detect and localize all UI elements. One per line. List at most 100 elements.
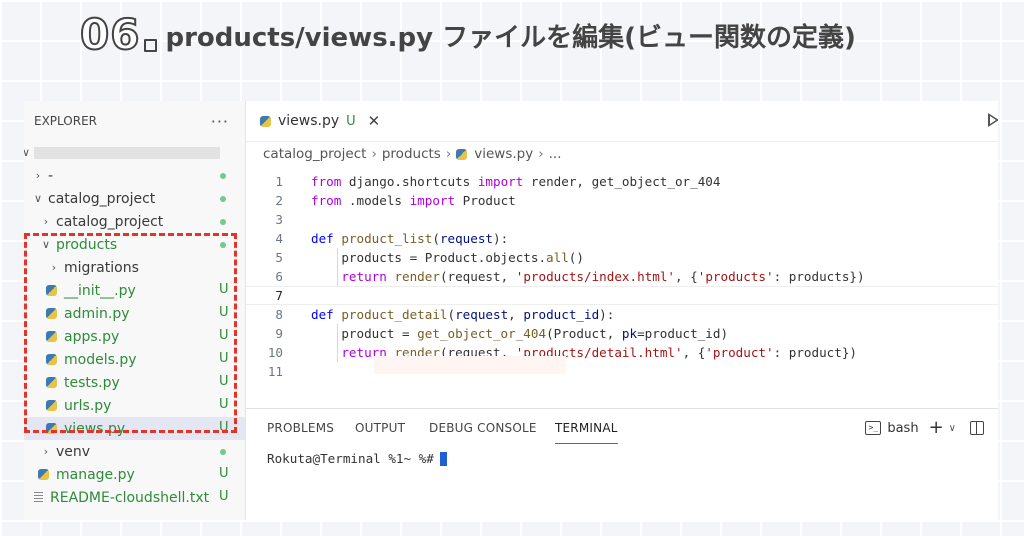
line-number: 10: [267, 345, 283, 360]
tree-item-label: __init__.py: [64, 282, 136, 299]
tree-file-init[interactable]: __init__.py U: [24, 279, 245, 302]
tree-item-label: manage.py: [56, 466, 135, 483]
terminal-prompt: Rokuta@Terminal %1~ %#: [267, 451, 434, 466]
code-text: from .models import Product: [311, 193, 516, 208]
breadcrumb-item[interactable]: products: [382, 146, 441, 162]
code-editor[interactable]: 1 from django.shortcuts import render, g…: [246, 172, 998, 381]
tree-item-label: README-cloudshell.txt: [50, 489, 210, 506]
status-dot-icon: [220, 196, 226, 202]
tree-folder-products[interactable]: ∨ products: [24, 233, 245, 256]
untracked-badge: U: [219, 328, 229, 343]
python-file-icon: [46, 285, 57, 296]
tree-file-admin[interactable]: admin.py U: [24, 302, 245, 325]
tree-item-label: venv: [56, 443, 91, 460]
tree-folder-catalog-project[interactable]: ∨ catalog_project: [24, 187, 245, 210]
step-marker: [144, 39, 158, 52]
code-line: 6 return render(request, 'products/index…: [246, 267, 998, 286]
python-file-icon: [46, 331, 57, 342]
tab-problems[interactable]: PROBLEMS: [267, 421, 334, 435]
shell-name[interactable]: bash: [887, 421, 918, 436]
line-number: 2: [275, 193, 283, 208]
python-file-icon: [456, 148, 468, 160]
line-number: 11: [267, 364, 283, 379]
bottom-panel: PROBLEMS OUTPUT DEBUG CONSOLE TERMINAL >…: [246, 408, 998, 520]
chevron-right-icon: ›: [371, 146, 377, 162]
add-terminal-icon[interactable]: +: [929, 419, 944, 437]
tab-views-py[interactable]: views.py U ✕: [246, 101, 380, 141]
untracked-badge: U: [219, 305, 229, 320]
tree-file-tests[interactable]: tests.py U: [24, 371, 245, 394]
breadcrumb-item[interactable]: views.py: [474, 146, 533, 162]
untracked-badge: U: [219, 466, 229, 481]
code-text: products = Product.objects.all(): [311, 250, 584, 265]
code-line: 5 products = Product.objects.all(): [246, 248, 998, 267]
breadcrumb-item[interactable]: catalog_project: [263, 146, 366, 162]
code-line: 4 def product_list(request):: [246, 229, 998, 248]
panel-toolbar: >_ bash + ∨: [865, 419, 984, 437]
tree-file-manage[interactable]: manage.py U: [24, 463, 245, 486]
tree-file-views[interactable]: views.py U: [24, 417, 245, 440]
tree-file-readme[interactable]: README-cloudshell.txt U: [24, 486, 245, 509]
tree-file-urls[interactable]: urls.py U: [24, 394, 245, 417]
status-dot-icon: [220, 173, 226, 179]
decoration-highlight: [374, 356, 566, 374]
tree-file-apps[interactable]: apps.py U: [24, 325, 245, 348]
vscode-window: EXPLORER ··· ∨ › - ∨ catalog_project › c…: [24, 101, 998, 520]
python-file-icon: [46, 377, 57, 388]
line-number: 7: [275, 288, 283, 303]
breadcrumb: catalog_project › products › views.py › …: [246, 144, 998, 164]
line-number: 4: [275, 231, 283, 246]
text-file-icon: [34, 492, 43, 503]
tree-file-models[interactable]: models.py U: [24, 348, 245, 371]
untracked-badge: U: [219, 374, 229, 389]
split-terminal-icon[interactable]: [970, 421, 984, 435]
tab-debug-console[interactable]: DEBUG CONSOLE: [429, 421, 537, 435]
code-line-current: 7: [246, 286, 998, 305]
python-file-icon: [38, 469, 49, 480]
untracked-badge: U: [219, 351, 229, 366]
explorer-title: EXPLORER: [34, 114, 97, 128]
heading-title: products/views.py ファイルを編集(ビュー関数の定義): [165, 22, 856, 53]
code-text: def product_detail(request, product_id):: [311, 307, 615, 322]
code-line: 2 from .models import Product: [246, 191, 998, 210]
chevron-down-icon[interactable]: ∨: [949, 423, 956, 434]
line-number: 9: [275, 326, 283, 341]
line-number: 6: [275, 269, 283, 284]
untracked-badge: U: [219, 420, 229, 435]
tab-terminal[interactable]: TERMINAL: [555, 421, 618, 444]
tree-root[interactable]: ∨: [24, 141, 245, 164]
chevron-right-icon: ›: [43, 215, 49, 228]
code-line: 8 def product_detail(request, product_id…: [246, 305, 998, 324]
tree-item-label: apps.py: [64, 328, 120, 345]
line-number: 1: [275, 174, 283, 189]
editor-tab-bar: views.py U ✕: [246, 101, 998, 142]
close-icon[interactable]: ✕: [368, 112, 381, 130]
terminal-cursor: [439, 451, 447, 466]
code-text: return render(request, 'products/index.h…: [341, 269, 865, 284]
run-icon[interactable]: [988, 113, 998, 127]
untracked-badge: U: [219, 282, 229, 297]
status-dot-icon: [220, 449, 226, 455]
tree-folder-dash[interactable]: › -: [24, 164, 245, 187]
chevron-right-icon: ›: [445, 146, 452, 162]
breadcrumb-item[interactable]: ...: [549, 146, 562, 162]
status-dot-icon: [220, 219, 226, 225]
tree-item-label: urls.py: [64, 397, 112, 414]
line-number: 5: [275, 250, 283, 265]
tree-folder-migrations[interactable]: › migrations: [24, 256, 245, 279]
untracked-badge: U: [219, 397, 229, 412]
status-dot-icon: [220, 242, 226, 248]
more-actions-icon[interactable]: ···: [211, 112, 229, 131]
tree-item-label: catalog_project: [56, 213, 164, 230]
tab-output[interactable]: OUTPUT: [355, 421, 405, 435]
line-number: 8: [275, 307, 283, 322]
tree-folder-venv[interactable]: › venv: [24, 440, 245, 463]
explorer-sidebar: EXPLORER ··· ∨ › - ∨ catalog_project › c…: [24, 101, 246, 520]
terminal-output[interactable]: Rokuta@Terminal %1~ %#: [246, 451, 998, 466]
step-number: 06: [79, 10, 141, 59]
code-line: 1 from django.shortcuts import render, g…: [246, 172, 998, 191]
code-text: from django.shortcuts import render, get…: [311, 174, 721, 189]
chevron-right-icon: ›: [538, 146, 544, 162]
tree-folder-catalog-project-inner[interactable]: › catalog_project: [24, 210, 245, 233]
chevron-right-icon: ›: [51, 261, 57, 274]
